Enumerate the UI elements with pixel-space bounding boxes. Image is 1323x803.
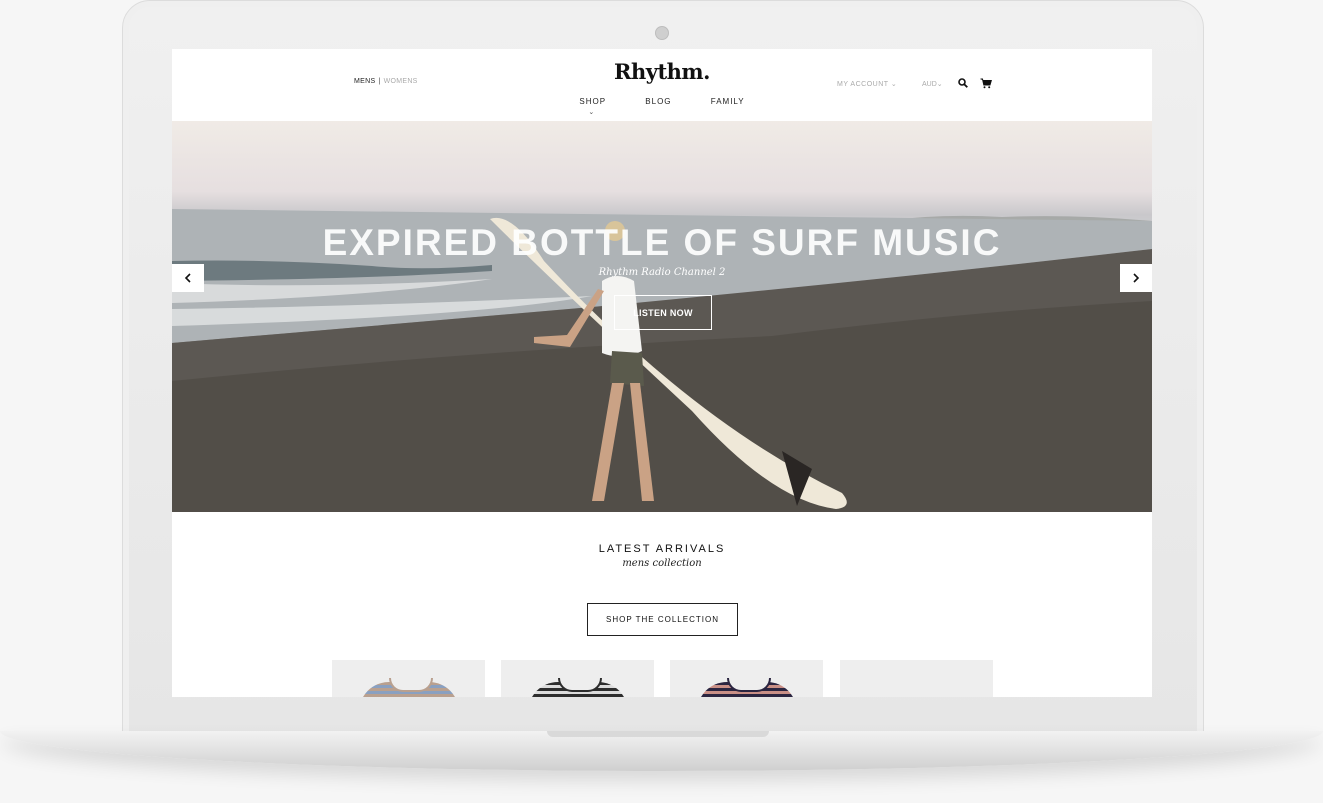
search-icon[interactable] xyxy=(958,78,968,88)
latest-arrivals-subtitle: mens collection xyxy=(622,558,702,569)
slider-next-button[interactable] xyxy=(1120,264,1152,292)
chevron-down-icon: ⌄ xyxy=(588,109,596,116)
nav-family[interactable]: FAMILY xyxy=(711,97,745,106)
product-card[interactable] xyxy=(501,660,654,697)
laptop-notch xyxy=(547,731,769,737)
hero-slider: EXPIRED BOTTLE OF SURF MUSIC Rhythm Radi… xyxy=(172,121,1152,512)
site-logo[interactable]: Rhythm. xyxy=(172,59,1152,84)
nav-shop[interactable]: SHOP ⌄ xyxy=(579,97,607,116)
nav-blog[interactable]: BLOG xyxy=(645,97,671,106)
chevron-down-icon: ⌄ xyxy=(936,81,943,88)
chevron-right-icon xyxy=(1133,273,1140,283)
laptop-base xyxy=(0,731,1323,771)
main-nav: SHOP ⌄ BLOG FAMILY xyxy=(172,97,1152,116)
cart-icon[interactable] xyxy=(980,78,992,89)
website-screen: MENS | WOMENS Rhythm. SHOP ⌄ BLOG FAMILY MY… xyxy=(172,49,1152,697)
chevron-left-icon xyxy=(184,273,191,283)
nav-shop-label: SHOP xyxy=(579,97,607,106)
latest-arrivals-title: LATEST ARRIVALS xyxy=(598,543,726,555)
product-card[interactable] xyxy=(840,660,993,697)
currency-label: AUD xyxy=(922,81,937,88)
slider-prev-button[interactable] xyxy=(172,264,204,292)
product-card[interactable] xyxy=(332,660,485,697)
shop-collection-button[interactable]: SHOP THE COLLECTION xyxy=(587,603,738,636)
my-account-menu[interactable]: MY ACCOUNT ⌄ xyxy=(837,80,897,88)
hero-subtitle: Rhythm Radio Channel 2 xyxy=(598,267,726,278)
chevron-down-icon: ⌄ xyxy=(890,81,898,88)
listen-now-button[interactable]: LISTEN NOW xyxy=(614,295,712,330)
product-card[interactable] xyxy=(670,660,823,697)
hero-title: EXPIRED BOTTLE OF SURF MUSIC xyxy=(322,222,1002,263)
site-header: MENS | WOMENS Rhythm. SHOP ⌄ BLOG FAMILY MY… xyxy=(172,49,1152,121)
webcam xyxy=(655,26,669,40)
my-account-label: MY ACCOUNT xyxy=(837,81,889,88)
currency-select[interactable]: AUD⌄ xyxy=(922,80,943,88)
